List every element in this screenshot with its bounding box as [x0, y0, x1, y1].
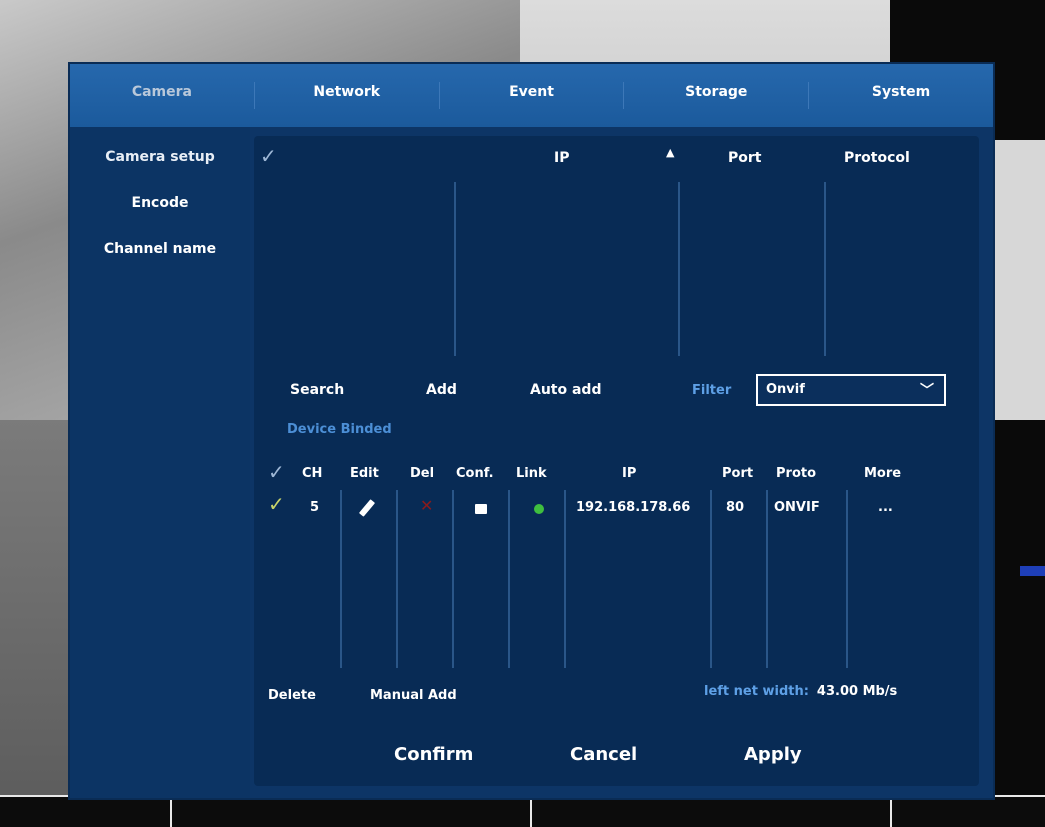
chevron-down-icon: ﹀ [920, 383, 934, 399]
col-header-protocol[interactable]: Protocol [844, 150, 910, 166]
col-header-link: Link [516, 466, 547, 481]
col-header-more: More [864, 466, 902, 481]
device-binded-label: Device Binded [287, 422, 392, 437]
delete-x-icon[interactable]: ✕ [420, 496, 433, 515]
filter-label: Filter [692, 383, 732, 398]
col-header-del: Del [410, 466, 435, 481]
col-header-port[interactable]: Port [728, 150, 761, 166]
sidebar-item-encode[interactable]: Encode [70, 195, 250, 211]
net-width-status: left net width: 43.00 Mb/s [704, 684, 897, 699]
column-divider [454, 182, 456, 356]
col-header-ch: CH [302, 466, 323, 481]
col-header-edit: Edit [350, 466, 379, 481]
col-header-ip: IP [622, 466, 637, 481]
main-tab-bar: Camera Network Event Storage System [70, 64, 993, 127]
filter-select[interactable]: Onvif ﹀ [756, 374, 946, 406]
tab-event[interactable]: Event [440, 64, 624, 127]
column-divider [824, 182, 826, 356]
column-divider [846, 490, 848, 668]
cell-port: 80 [726, 500, 745, 515]
row-checkbox-checkmark-icon[interactable]: ✓ [268, 492, 285, 516]
more-options-button[interactable]: ... [878, 500, 893, 515]
search-button[interactable]: Search [290, 382, 344, 398]
cell-ip: 192.168.178.66 [576, 500, 691, 515]
camera-config-icon[interactable] [475, 504, 487, 514]
column-divider [710, 490, 712, 668]
col-header-ip[interactable]: IP [554, 150, 569, 166]
delete-button[interactable]: Delete [268, 688, 316, 703]
add-button[interactable]: Add [426, 382, 457, 398]
col-header-port: Port [722, 466, 754, 481]
tab-network[interactable]: Network [255, 64, 439, 127]
cancel-button[interactable]: Cancel [570, 744, 637, 765]
filter-select-value: Onvif [766, 382, 805, 397]
sidebar: Camera setup Encode Channel name [70, 127, 250, 798]
select-all-checkmark-icon[interactable]: ✓ [260, 144, 277, 168]
edit-pencil-icon[interactable] [358, 499, 376, 517]
column-divider [452, 490, 454, 668]
confirm-button[interactable]: Confirm [394, 744, 473, 765]
content-panel: ✓ IP ▲ Port Protocol Search Add Auto add… [254, 136, 979, 786]
sort-ascending-icon[interactable]: ▲ [666, 146, 674, 159]
column-divider [508, 490, 510, 668]
cell-ch: 5 [310, 500, 320, 515]
col-header-proto: Proto [776, 466, 817, 481]
column-divider [340, 490, 342, 668]
net-width-value: 43.00 Mb/s [816, 684, 898, 699]
sidebar-item-camera-setup[interactable]: Camera setup [70, 149, 250, 165]
link-status-dot-icon [534, 504, 544, 514]
camera-settings-dialog: Camera Network Event Storage System Came… [70, 64, 993, 798]
auto-add-button[interactable]: Auto add [530, 382, 601, 398]
manual-add-button[interactable]: Manual Add [370, 688, 457, 703]
tab-storage[interactable]: Storage [624, 64, 808, 127]
tab-camera[interactable]: Camera [70, 64, 254, 127]
column-divider [766, 490, 768, 668]
col-header-conf: Conf. [456, 466, 494, 481]
tab-system[interactable]: System [809, 64, 993, 127]
cell-proto: ONVIF [774, 500, 820, 515]
sidebar-item-channel-name[interactable]: Channel name [70, 241, 250, 257]
net-width-label: left net width: [704, 684, 809, 699]
column-divider [678, 182, 680, 356]
select-all-bound-checkmark-icon[interactable]: ✓ [268, 460, 285, 484]
column-divider [564, 490, 566, 668]
column-divider [396, 490, 398, 668]
apply-button[interactable]: Apply [744, 744, 802, 765]
